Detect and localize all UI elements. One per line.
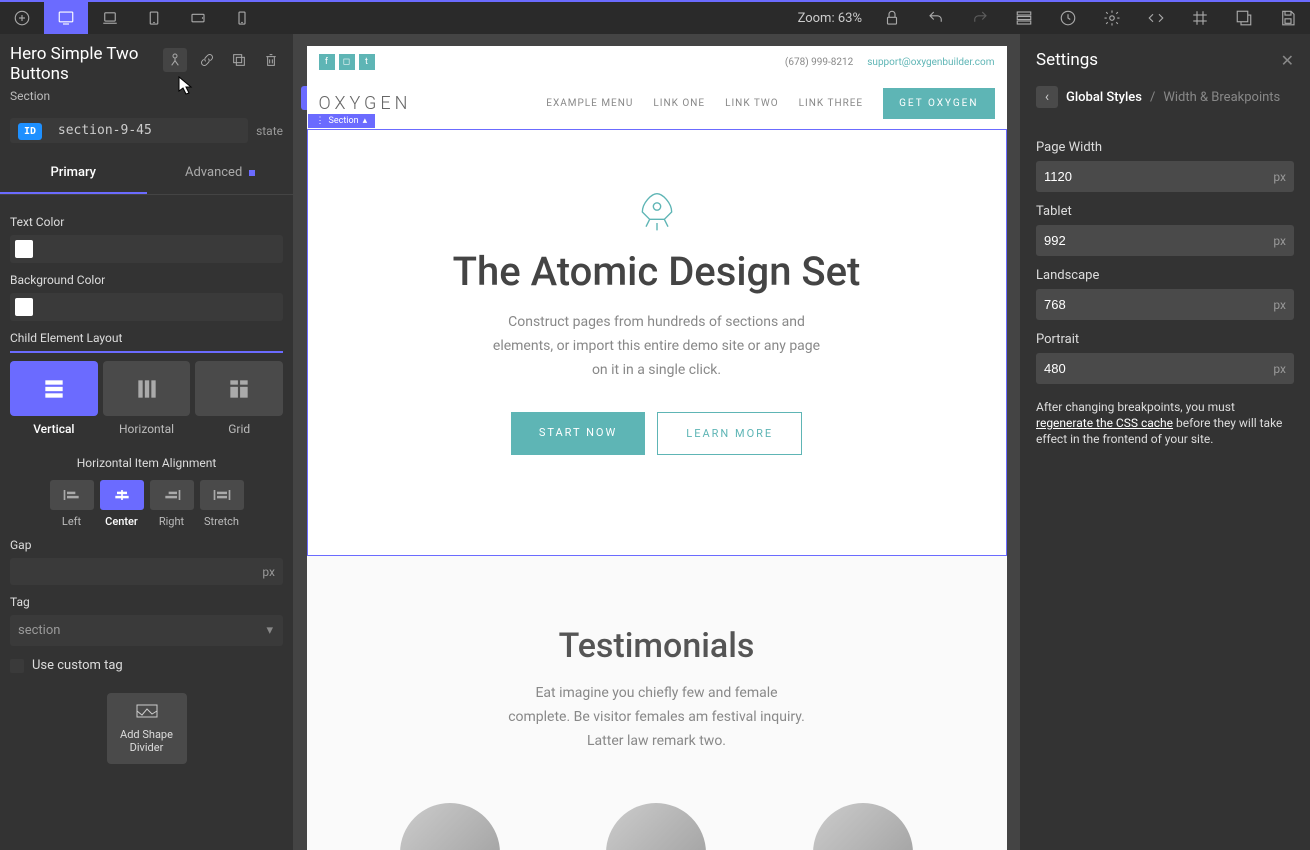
laptop-breakpoint-button[interactable] — [88, 1, 132, 35]
id-badge: ID — [18, 123, 42, 140]
lock-button[interactable] — [870, 1, 914, 35]
canvas-area: f ◻ t (678) 999-8212 support@oxygenbuild… — [293, 34, 1020, 850]
layout-label: Child Element Layout — [10, 331, 283, 345]
logo-text: OXYGEN — [319, 93, 412, 114]
align-stretch-button[interactable]: Stretch — [200, 480, 244, 528]
breadcrumb-sep: / — [1150, 90, 1155, 105]
nav-link[interactable]: EXAMPLE MENU — [546, 98, 633, 109]
breadcrumb-item: Width & Breakpoints — [1163, 90, 1280, 105]
text-color-label: Text Color — [10, 215, 283, 229]
gap-input[interactable]: px — [10, 558, 283, 585]
email-link[interactable]: support@oxygenbuilder.com — [867, 57, 994, 68]
testimonials-text: Eat imagine you chiefly few and female c… — [507, 681, 807, 753]
close-icon[interactable]: ✕ — [1281, 51, 1294, 70]
layout-grid-button[interactable]: Grid — [195, 361, 283, 436]
shape-divider-button[interactable]: Add Shape Divider — [107, 693, 187, 764]
tag-label: Tag — [10, 595, 283, 609]
settings-button[interactable] — [1090, 1, 1134, 35]
nav-link[interactable]: LINK ONE — [653, 98, 705, 109]
right-settings-panel: Settings ✕ ‹ Global Styles / Width & Bre… — [1020, 34, 1310, 850]
tablet-input[interactable]: px — [1036, 225, 1294, 256]
align-left-button[interactable]: Left — [50, 480, 94, 528]
align-center-button[interactable]: Center — [100, 480, 144, 528]
hero-title: The Atomic Design Set — [348, 248, 966, 295]
avatar — [400, 803, 500, 850]
page-width-input[interactable]: px — [1036, 161, 1294, 192]
nav-link[interactable]: LINK THREE — [799, 98, 863, 109]
align-right-button[interactable]: Right — [150, 480, 194, 528]
regenerate-cache-link[interactable]: regenerate the CSS cache — [1036, 416, 1173, 430]
twitter-icon[interactable]: t — [359, 54, 375, 70]
testimonials-section[interactable]: Testimonials Eat imagine you chiefly few… — [307, 556, 1007, 850]
phone-text: (678) 999-8212 — [785, 57, 853, 68]
breakpoint-note: After changing breakpoints, you must reg… — [1036, 399, 1294, 447]
left-properties-panel: Hero Simple Two Buttons Section ID secti… — [0, 34, 293, 850]
settings-title: Settings — [1036, 50, 1098, 70]
layout-horizontal-button[interactable]: Horizontal — [103, 361, 191, 436]
rocket-icon — [348, 190, 966, 238]
undo-button[interactable] — [914, 1, 958, 35]
grid-button[interactable] — [1178, 1, 1222, 35]
landscape-breakpoint-button[interactable] — [176, 1, 220, 35]
selection-tab[interactable]: ⋮ Section ▴ — [308, 114, 376, 128]
testimonials-title: Testimonials — [347, 626, 967, 666]
frontend-button[interactable] — [1222, 1, 1266, 35]
nav-cta-button[interactable]: GET OXYGEN — [883, 88, 994, 119]
delete-action-icon[interactable] — [259, 48, 283, 72]
preview-topbar: f ◻ t (678) 999-8212 support@oxygenbuild… — [307, 46, 1007, 78]
hero-text: Construct pages from hundreds of section… — [487, 310, 827, 382]
layout-vertical-button[interactable]: Vertical — [10, 361, 98, 436]
indicator-dot — [249, 170, 255, 176]
structure-button[interactable] — [1002, 1, 1046, 35]
phone-breakpoint-button[interactable] — [220, 1, 264, 35]
copy-action-icon[interactable] — [227, 48, 251, 72]
learn-more-button[interactable]: LEARN MORE — [657, 412, 802, 455]
link-action-icon[interactable] — [195, 48, 219, 72]
tab-advanced[interactable]: Advanced — [147, 153, 294, 194]
instagram-icon[interactable]: ◻ — [339, 54, 355, 70]
custom-tag-label: Use custom tag — [32, 658, 123, 673]
history-button[interactable] — [1046, 1, 1090, 35]
portrait-label: Portrait — [1036, 332, 1294, 347]
bg-color-label: Background Color — [10, 273, 283, 287]
redo-button[interactable] — [958, 1, 1002, 35]
element-type-label: Section — [10, 89, 283, 103]
tablet-breakpoint-button[interactable] — [132, 1, 176, 35]
top-toolbar: Zoom: 63% — [0, 0, 1310, 34]
portrait-input[interactable]: px — [1036, 353, 1294, 384]
color-swatch — [15, 298, 33, 316]
element-id-field[interactable]: ID section-9-45 — [10, 118, 248, 143]
tag-select[interactable]: section — [10, 615, 283, 646]
desktop-breakpoint-button[interactable] — [44, 1, 88, 35]
add-element-button[interactable] — [0, 1, 44, 35]
preview-nav: OXYGEN EXAMPLE MENU LINK ONE LINK TWO LI… — [307, 78, 1007, 129]
canvas-viewport[interactable]: f ◻ t (678) 999-8212 support@oxygenbuild… — [307, 46, 1007, 850]
breadcrumb-item[interactable]: Global Styles — [1066, 90, 1142, 105]
avatar — [606, 803, 706, 850]
page-width-label: Page Width — [1036, 140, 1294, 155]
text-color-input[interactable] — [10, 235, 283, 263]
facebook-icon[interactable]: f — [319, 54, 335, 70]
landscape-input[interactable]: px — [1036, 289, 1294, 320]
state-selector[interactable]: state — [256, 124, 283, 138]
align-label: Horizontal Item Alignment — [10, 456, 283, 470]
custom-tag-checkbox[interactable] — [10, 659, 24, 673]
zoom-label: Zoom: 63% — [790, 11, 870, 26]
structure-action-icon[interactable] — [163, 48, 187, 72]
code-button[interactable] — [1134, 1, 1178, 35]
save-button[interactable] — [1266, 1, 1310, 35]
back-button[interactable]: ‹ — [1036, 86, 1058, 108]
landscape-label: Landscape — [1036, 268, 1294, 283]
hero-section[interactable]: ⋮ Section ▴ The Atomic Design Set Constr… — [307, 129, 1007, 556]
color-swatch — [15, 240, 33, 258]
element-title: Hero Simple Two Buttons — [10, 44, 163, 84]
start-now-button[interactable]: START NOW — [511, 412, 645, 455]
avatar — [813, 803, 913, 850]
bg-color-input[interactable] — [10, 293, 283, 321]
tablet-label: Tablet — [1036, 204, 1294, 219]
gap-label: Gap — [10, 538, 283, 552]
nav-link[interactable]: LINK TWO — [725, 98, 779, 109]
tab-primary[interactable]: Primary — [0, 153, 147, 194]
